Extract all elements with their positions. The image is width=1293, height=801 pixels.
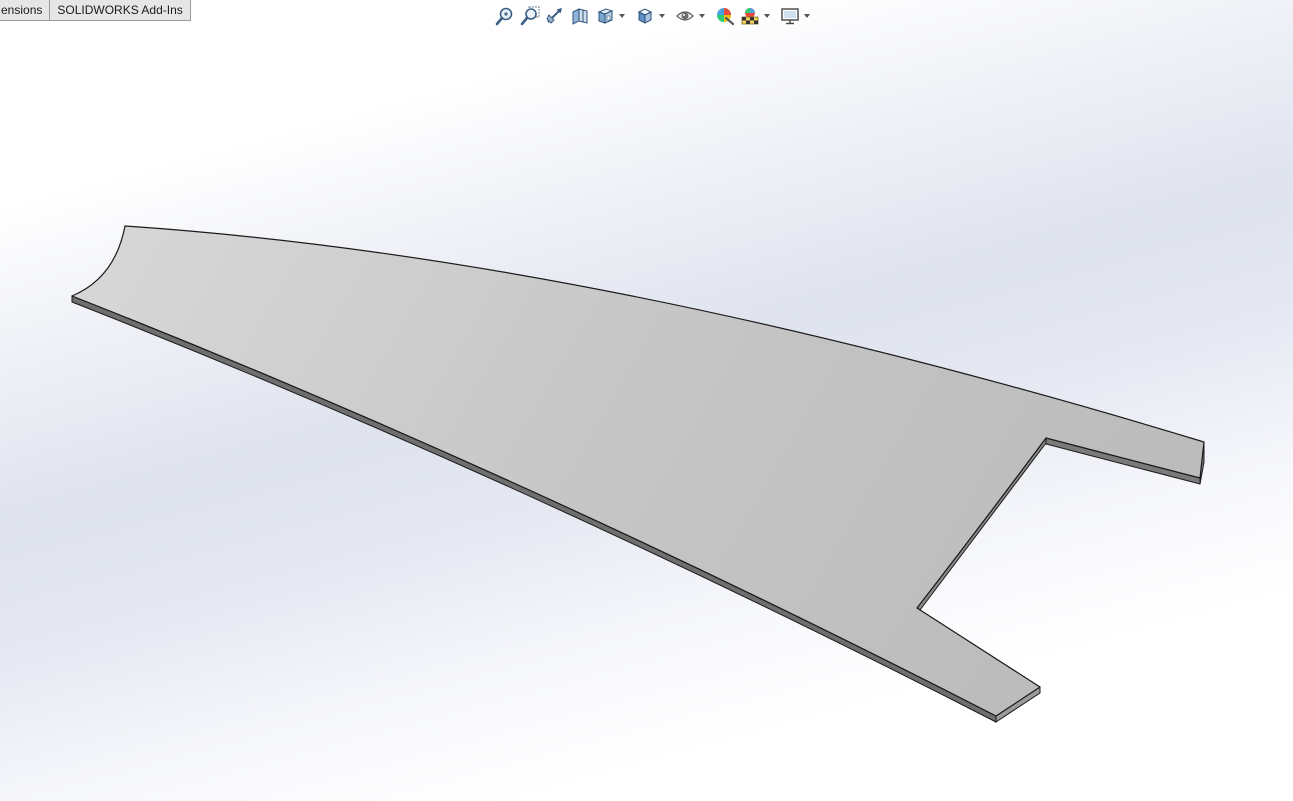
graphics-area[interactable]: ensions SOLIDWORKS Add-Ins	[0, 0, 1293, 801]
section-view-icon	[572, 8, 588, 25]
hide-show-items-icon	[676, 11, 694, 21]
zoom-to-fit-icon	[495, 7, 513, 26]
chevron-down-icon	[619, 14, 625, 18]
tab-solidworks-add-ins[interactable]: SOLIDWORKS Add-Ins	[50, 0, 191, 21]
previous-view-button[interactable]	[544, 5, 566, 27]
chevron-down-icon	[659, 14, 665, 18]
view-orientation-icon	[597, 8, 614, 24]
command-manager-tabs: ensions SOLIDWORKS Add-Ins	[0, 0, 191, 22]
display-style-dropdown[interactable]	[658, 5, 666, 27]
view-settings-icon	[781, 8, 799, 25]
section-view-button[interactable]	[569, 5, 591, 27]
edit-appearance-icon	[717, 8, 735, 26]
apply-scene-dropdown[interactable]	[763, 5, 771, 27]
apply-scene-icon	[741, 8, 759, 25]
chevron-down-icon	[764, 14, 770, 18]
chevron-down-icon	[699, 14, 705, 18]
display-style-icon	[637, 8, 653, 24]
view-settings-dropdown[interactable]	[803, 5, 811, 27]
chevron-down-icon	[804, 14, 810, 18]
zoom-to-fit-button[interactable]	[494, 5, 516, 27]
zoom-to-area-button[interactable]	[519, 5, 541, 27]
sheet-plate-body[interactable]	[0, 0, 1293, 801]
zoom-to-area-icon	[520, 6, 540, 26]
tab-extensions[interactable]: ensions	[0, 0, 51, 21]
hide-show-items-dropdown[interactable]	[698, 5, 706, 27]
apply-scene-button[interactable]	[739, 5, 761, 27]
plate-top-face	[71, 225, 1205, 717]
view-orientation-dropdown[interactable]	[618, 5, 626, 27]
edit-appearance-button[interactable]	[714, 5, 736, 27]
display-style-button[interactable]	[634, 5, 656, 27]
view-settings-button[interactable]	[779, 5, 801, 27]
heads-up-view-toolbar	[494, 4, 819, 28]
view-orientation-button[interactable]	[594, 5, 616, 27]
previous-view-icon	[546, 8, 562, 24]
hide-show-items-button[interactable]	[674, 5, 696, 27]
